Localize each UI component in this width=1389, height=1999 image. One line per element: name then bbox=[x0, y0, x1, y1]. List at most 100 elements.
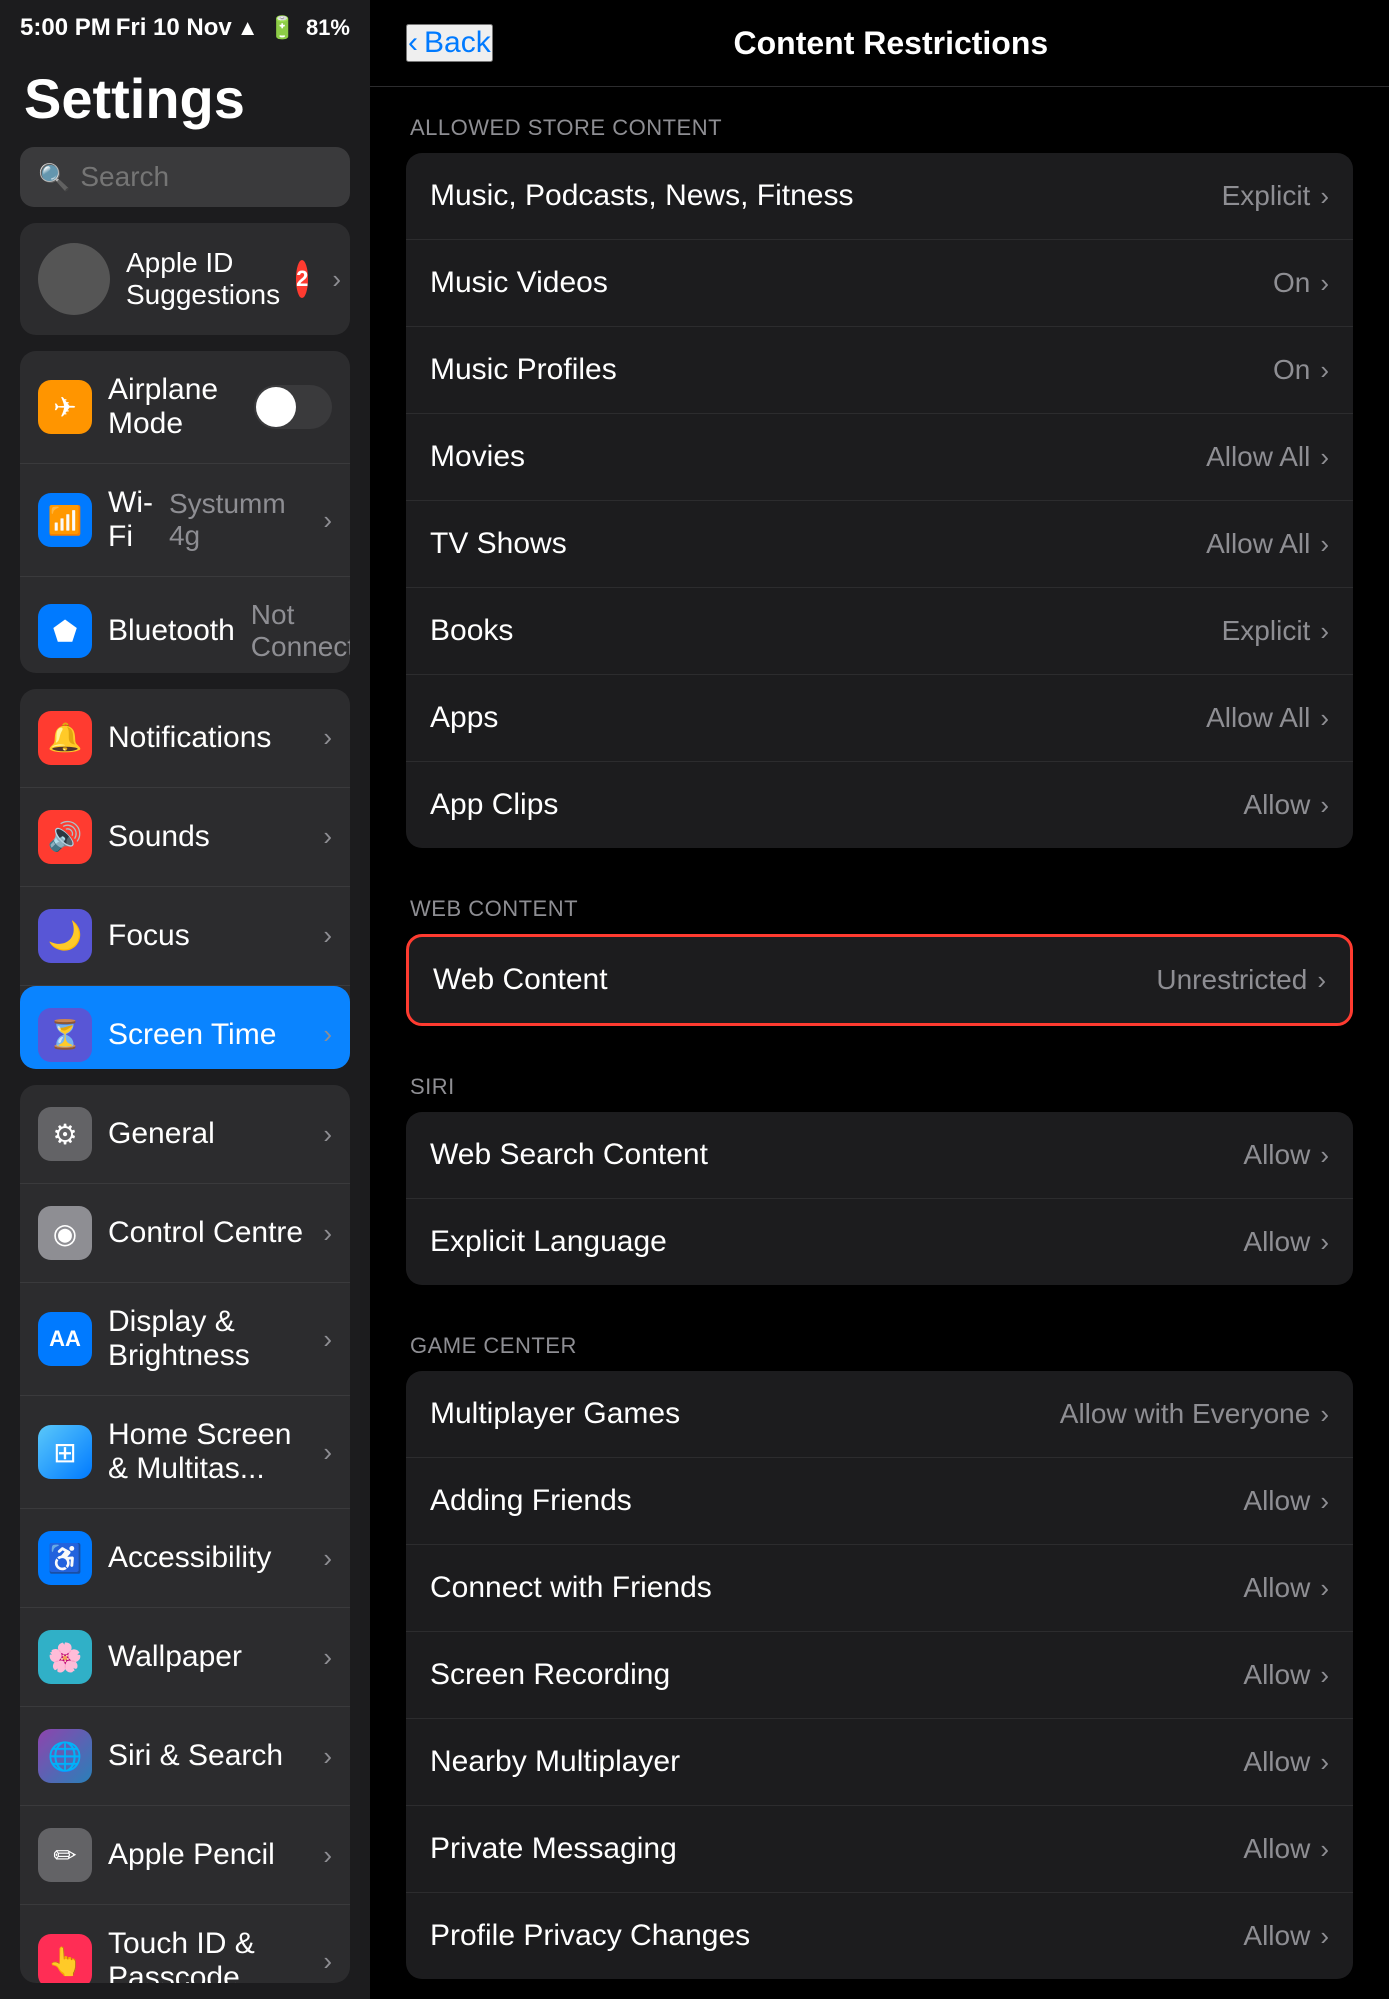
siri-group: Web Search Content Allow › Explicit Lang… bbox=[406, 1112, 1353, 1285]
notifications-row[interactable]: 🔔 Notifications › bbox=[20, 689, 350, 788]
accessibility-icon: ♿ bbox=[38, 1531, 92, 1585]
wifi-row[interactable]: 📶 Wi-Fi Systumm 4g › bbox=[20, 464, 350, 577]
apple-pencil-row[interactable]: ✏ Apple Pencil › bbox=[20, 1806, 350, 1905]
apps-value: Allow All bbox=[1206, 702, 1310, 734]
airplane-mode-row[interactable]: ✈ Airplane Mode bbox=[20, 351, 350, 464]
airplane-toggle[interactable] bbox=[254, 385, 332, 429]
wallpaper-icon: 🌸 bbox=[38, 1630, 92, 1684]
music-profiles-value: On bbox=[1273, 354, 1310, 386]
apple-id-card[interactable]: Apple ID Suggestions 2 › bbox=[20, 223, 350, 335]
notifications-icon: 🔔 bbox=[38, 711, 92, 765]
screen-time-row[interactable]: ⏳ Screen Time › bbox=[20, 986, 350, 1070]
explicit-language-value: Allow bbox=[1243, 1226, 1310, 1258]
nearby-multiplayer-chevron: › bbox=[1320, 1747, 1329, 1778]
music-videos-label: Music Videos bbox=[430, 266, 1273, 300]
control-centre-chevron: › bbox=[323, 1218, 332, 1249]
home-screen-chevron: › bbox=[323, 1437, 332, 1468]
music-profiles-row[interactable]: Music Profiles On › bbox=[406, 327, 1353, 414]
web-content-label: Web Content bbox=[433, 963, 1156, 997]
profile-privacy-row[interactable]: Profile Privacy Changes Allow › bbox=[406, 1893, 1353, 1979]
focus-label: Focus bbox=[108, 919, 307, 953]
music-videos-chevron: › bbox=[1320, 268, 1329, 299]
web-search-content-row[interactable]: Web Search Content Allow › bbox=[406, 1112, 1353, 1199]
home-screen-icon: ⊞ bbox=[38, 1425, 92, 1479]
web-search-label: Web Search Content bbox=[430, 1138, 1243, 1172]
control-centre-label: Control Centre bbox=[108, 1216, 307, 1250]
books-row[interactable]: Books Explicit › bbox=[406, 588, 1353, 675]
multiplayer-games-label: Multiplayer Games bbox=[430, 1397, 1060, 1431]
movies-row[interactable]: Movies Allow All › bbox=[406, 414, 1353, 501]
wallpaper-label: Wallpaper bbox=[108, 1640, 307, 1674]
general-icon: ⚙ bbox=[38, 1107, 92, 1161]
home-screen-row[interactable]: ⊞ Home Screen & Multitas... › bbox=[20, 1396, 350, 1509]
status-time: 5:00 PM bbox=[20, 14, 111, 42]
screen-recording-chevron: › bbox=[1320, 1660, 1329, 1691]
web-content-group: Web Content Unrestricted › bbox=[406, 934, 1353, 1026]
web-content-value: Unrestricted bbox=[1156, 964, 1307, 996]
books-chevron: › bbox=[1320, 616, 1329, 647]
apple-id-label: Apple ID Suggestions bbox=[126, 247, 280, 311]
notifications-chevron: › bbox=[323, 722, 332, 753]
music-chevron: › bbox=[1320, 181, 1329, 212]
sounds-row[interactable]: 🔊 Sounds › bbox=[20, 788, 350, 887]
music-row[interactable]: Music, Podcasts, News, Fitness Explicit … bbox=[406, 153, 1353, 240]
adding-friends-row[interactable]: Adding Friends Allow › bbox=[406, 1458, 1353, 1545]
multiplayer-games-chevron: › bbox=[1320, 1399, 1329, 1430]
battery-percent: 81% bbox=[306, 15, 350, 41]
wallpaper-chevron: › bbox=[323, 1642, 332, 1673]
screen-recording-row[interactable]: Screen Recording Allow › bbox=[406, 1632, 1353, 1719]
private-messaging-label: Private Messaging bbox=[430, 1832, 1243, 1866]
focus-chevron: › bbox=[323, 920, 332, 951]
notifications-label: Notifications bbox=[108, 721, 307, 755]
music-videos-row[interactable]: Music Videos On › bbox=[406, 240, 1353, 327]
private-messaging-row[interactable]: Private Messaging Allow › bbox=[406, 1806, 1353, 1893]
connect-friends-row[interactable]: Connect with Friends Allow › bbox=[406, 1545, 1353, 1632]
bluetooth-row[interactable]: ⬟ Bluetooth Not Connected › bbox=[20, 577, 350, 673]
search-bar[interactable]: 🔍 bbox=[20, 147, 350, 207]
notifications-group: 🔔 Notifications › 🔊 Sounds › 🌙 Focus › ⏳… bbox=[20, 689, 350, 1070]
status-date: Fri 10 Nov bbox=[116, 14, 232, 42]
apps-row[interactable]: Apps Allow All › bbox=[406, 675, 1353, 762]
bluetooth-icon: ⬟ bbox=[38, 604, 92, 658]
app-clips-row[interactable]: App Clips Allow › bbox=[406, 762, 1353, 848]
wallpaper-row[interactable]: 🌸 Wallpaper › bbox=[20, 1608, 350, 1707]
touch-id-label: Touch ID & Passcode bbox=[108, 1927, 307, 1983]
adding-friends-label: Adding Friends bbox=[430, 1484, 1243, 1518]
private-messaging-value: Allow bbox=[1243, 1833, 1310, 1865]
music-profiles-label: Music Profiles bbox=[430, 353, 1273, 387]
multiplayer-games-row[interactable]: Multiplayer Games Allow with Everyone › bbox=[406, 1371, 1353, 1458]
siri-search-row[interactable]: 🌐 Siri & Search › bbox=[20, 1707, 350, 1806]
apps-chevron: › bbox=[1320, 703, 1329, 734]
accessibility-label: Accessibility bbox=[108, 1541, 307, 1575]
display-brightness-chevron: › bbox=[323, 1324, 332, 1355]
movies-chevron: › bbox=[1320, 442, 1329, 473]
back-button[interactable]: ‹ Back bbox=[406, 24, 493, 62]
screen-time-chevron: › bbox=[323, 1019, 332, 1050]
control-centre-row[interactable]: ◉ Control Centre › bbox=[20, 1184, 350, 1283]
display-brightness-label: Display & Brightness bbox=[108, 1305, 307, 1373]
accessibility-row[interactable]: ♿ Accessibility › bbox=[20, 1509, 350, 1608]
tv-shows-row[interactable]: TV Shows Allow All › bbox=[406, 501, 1353, 588]
sounds-chevron: › bbox=[323, 821, 332, 852]
apple-pencil-chevron: › bbox=[323, 1840, 332, 1871]
general-row[interactable]: ⚙ General › bbox=[20, 1085, 350, 1184]
search-input[interactable] bbox=[80, 161, 332, 193]
profile-privacy-label: Profile Privacy Changes bbox=[430, 1919, 1243, 1953]
profile-privacy-value: Allow bbox=[1243, 1920, 1310, 1952]
focus-row[interactable]: 🌙 Focus › bbox=[20, 887, 350, 986]
settings-title: Settings bbox=[0, 50, 370, 147]
explicit-language-row[interactable]: Explicit Language Allow › bbox=[406, 1199, 1353, 1285]
nearby-multiplayer-row[interactable]: Nearby Multiplayer Allow › bbox=[406, 1719, 1353, 1806]
display-brightness-row[interactable]: AA Display & Brightness › bbox=[20, 1283, 350, 1396]
chevron-right-icon: › bbox=[332, 264, 341, 295]
touch-id-row[interactable]: 👆 Touch ID & Passcode › bbox=[20, 1905, 350, 1983]
touch-id-chevron: › bbox=[323, 1946, 332, 1977]
tv-shows-value: Allow All bbox=[1206, 528, 1310, 560]
search-icon: 🔍 bbox=[38, 162, 70, 193]
web-content-chevron: › bbox=[1317, 965, 1326, 996]
movies-value: Allow All bbox=[1206, 441, 1310, 473]
wifi-chevron: › bbox=[323, 505, 332, 536]
app-clips-chevron: › bbox=[1320, 790, 1329, 821]
web-content-item-row[interactable]: Web Content Unrestricted › bbox=[409, 937, 1350, 1023]
right-content: ALLOWED STORE CONTENT Music, Podcasts, N… bbox=[370, 87, 1389, 1979]
